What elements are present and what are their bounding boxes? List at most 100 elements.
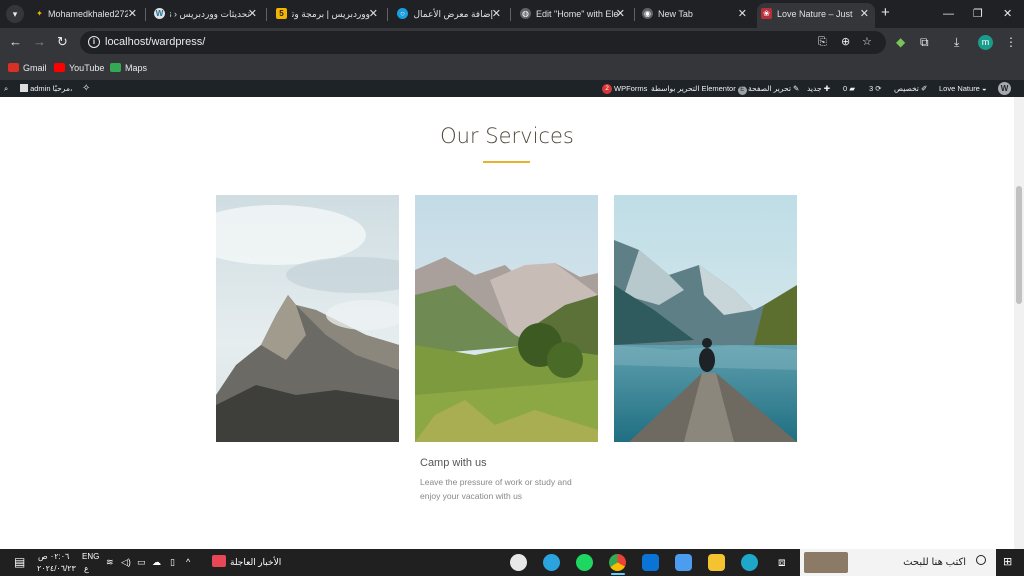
edge-app-icon[interactable] [741, 554, 758, 571]
download-icon[interactable]: ⤓ [954, 35, 959, 50]
notifications-icon[interactable]: ▤ [14, 549, 25, 576]
wp-updates[interactable]: 3 ⟳ [869, 80, 882, 97]
close-icon[interactable]: ✕ [860, 3, 869, 25]
tab-title: ووردبريس | برمجة وتط [292, 9, 370, 19]
news-widget[interactable]: الأخبار العاجلة [212, 549, 281, 576]
forward-arrow-icon[interactable]: → [33, 34, 46, 50]
tab-title: تحديثات ووردبريس ‹ s [170, 9, 250, 19]
sparkle-icon[interactable]: ✧ [82, 80, 90, 97]
tab-edit-home-elementor[interactable]: ◍ Edit "Home" with Ele ✕ [516, 3, 631, 25]
tray-chevron-up-icon[interactable]: ^ [186, 549, 190, 576]
chrome-favicon-icon: ◉ [642, 8, 653, 19]
spotify-app-icon[interactable] [576, 554, 593, 571]
profile-avatar[interactable]: m [978, 35, 993, 50]
plugin-favicon-icon: ○ [397, 8, 408, 19]
wp-edit-elementor[interactable]: التحرير بواسطة Elementor E [651, 80, 747, 97]
menu-kebab-icon[interactable]: ⋮ [1005, 35, 1017, 50]
tab-title: Edit "Home" with Ele [536, 9, 618, 19]
wifi-icon[interactable]: ≋ [106, 549, 114, 576]
wordpress-app-icon[interactable] [510, 554, 527, 571]
close-icon[interactable]: ✕ [128, 3, 137, 25]
chrome-app-icon[interactable] [609, 554, 626, 571]
wp-comments[interactable]: 0 ▰ [843, 80, 855, 97]
bookmark-star-icon[interactable]: ☆ [862, 35, 872, 50]
tab-new-tab[interactable]: ◉ New Tab ✕ [638, 3, 753, 25]
close-icon[interactable]: ✕ [248, 3, 257, 25]
volume-icon[interactable]: ◁) [121, 549, 131, 576]
wp-wpforms-menu[interactable]: 2 WPForms [602, 80, 647, 97]
store-app-icon[interactable] [675, 554, 692, 571]
wp-edit-page[interactable]: تحرير الصفحة ✎ [748, 80, 799, 97]
tab-love-nature[interactable]: ❀ Love Nature – Just ar ✕ [757, 3, 875, 28]
tab-title: Mohamedkhaled272 [48, 9, 128, 19]
clock-date[interactable]: ٢٠٢٤/٠٦/٢٣ [37, 563, 76, 575]
wp-search-icon[interactable]: ⌕ [4, 80, 8, 97]
window-close-icon[interactable]: ✕ [1003, 7, 1012, 21]
tab-separator [145, 8, 146, 21]
new-label: جديد [807, 84, 822, 93]
taskbar-search-box[interactable]: اكتب هنا للبحث [800, 549, 996, 576]
elementor-icon: E [737, 86, 747, 95]
tab-mohamedkhaled[interactable]: ✦ Mohamedkhaled272 ✕ [30, 3, 143, 25]
tab-title: إضافة معرض الأعمال [413, 9, 493, 19]
tab-separator [387, 8, 388, 21]
wp-site-name[interactable]: Love Nature ◒ [939, 80, 986, 97]
translate-icon[interactable]: ⎘ [818, 35, 827, 50]
close-icon[interactable]: ✕ [738, 3, 747, 25]
windows-start-icon[interactable]: ⊞ [1003, 549, 1012, 576]
page-content: Our Services Camp with us Leave the pres… [0, 97, 1014, 549]
updates-count: 3 [869, 84, 874, 93]
service-image-green-valley[interactable] [415, 195, 598, 442]
wp-account-menu[interactable]: admin مرحبًا، [20, 80, 72, 97]
love-nature-favicon-icon: ❀ [761, 8, 772, 19]
service-description: Leave the pressure of work or study and … [420, 477, 572, 501]
news-label: الأخبار العاجلة [230, 557, 282, 567]
file-explorer-app-icon[interactable] [708, 554, 725, 571]
extension-icon[interactable]: ◆ [896, 35, 905, 50]
extensions-puzzle-icon[interactable]: ⧉ [920, 35, 929, 50]
close-icon[interactable]: ✕ [492, 3, 501, 25]
back-arrow-icon[interactable]: ← [9, 34, 22, 50]
close-icon[interactable]: ✕ [616, 3, 625, 25]
wp-admin-bar: ⌕ admin مرحبًا، ✧ 2 WPForms التحرير بواسط… [0, 80, 1024, 97]
wp-new-content[interactable]: جديد ✚ [807, 80, 830, 97]
task-view-icon[interactable]: ⧈ [778, 549, 786, 576]
language-indicator[interactable]: ENG [82, 551, 99, 563]
green-valley-image [415, 195, 598, 442]
bookmark-gmail[interactable]: Gmail [8, 61, 47, 76]
minimize-icon[interactable]: — [943, 7, 954, 21]
service-image-lake-dock[interactable] [614, 195, 797, 442]
scrollbar-thumb[interactable] [1016, 186, 1022, 304]
mail-app-icon[interactable] [642, 554, 659, 571]
wordpress-favicon-icon: W [154, 8, 165, 19]
elementor-edit-label: التحرير بواسطة Elementor [651, 84, 736, 93]
wordpress-logo-icon[interactable]: W [998, 82, 1011, 95]
battery-icon[interactable]: ▭ [137, 549, 146, 576]
onedrive-cloud-icon[interactable]: ☁ [152, 549, 161, 576]
clock-time[interactable]: ٠٢:٠٦ ص [38, 551, 69, 563]
bookmark-maps[interactable]: Maps [110, 61, 147, 76]
zoom-icon[interactable]: ⊕ [841, 35, 850, 50]
page-scrollbar[interactable] [1014, 97, 1024, 549]
foggy-mountain-image [216, 195, 399, 442]
site-info-icon[interactable]: i [88, 36, 100, 48]
tab-wp-updates[interactable]: W تحديثات ووردبريس ‹ s ✕ [150, 3, 263, 25]
telegram-app-icon[interactable] [543, 554, 560, 571]
maximize-icon[interactable]: ❐ [973, 7, 983, 21]
new-tab-plus-icon[interactable]: + [881, 5, 890, 21]
service-image-foggy-mountain[interactable] [216, 195, 399, 442]
tab-search-chevron-down-icon[interactable]: ▾ [6, 5, 24, 23]
tab-portfolio-plugin[interactable]: ○ إضافة معرض الأعمال ✕ [393, 3, 507, 25]
reload-icon[interactable]: ↻ [57, 34, 68, 50]
comment-icon: ▰ [849, 84, 856, 93]
device-icon[interactable]: ▯ [170, 549, 175, 576]
site-name-label: Love Nature [939, 84, 980, 93]
browser-toolbar: ← → ↻ i localhost/wardpress/ ⎘ ⊕ ☆ ◆ ⧉ ⤓… [0, 28, 1024, 57]
bookmark-youtube[interactable]: YouTube [54, 61, 104, 76]
tab-wp-programming[interactable]: 5 ووردبريس | برمجة وتط ✕ [272, 3, 384, 25]
url-text[interactable]: localhost/wardpress/ [105, 31, 205, 54]
address-bar[interactable]: i localhost/wardpress/ ⎘ ⊕ ☆ [80, 31, 886, 54]
close-icon[interactable]: ✕ [369, 3, 378, 25]
service-title: Camp with us [420, 457, 487, 469]
wp-customize[interactable]: تخصيص ✐ [894, 80, 927, 97]
